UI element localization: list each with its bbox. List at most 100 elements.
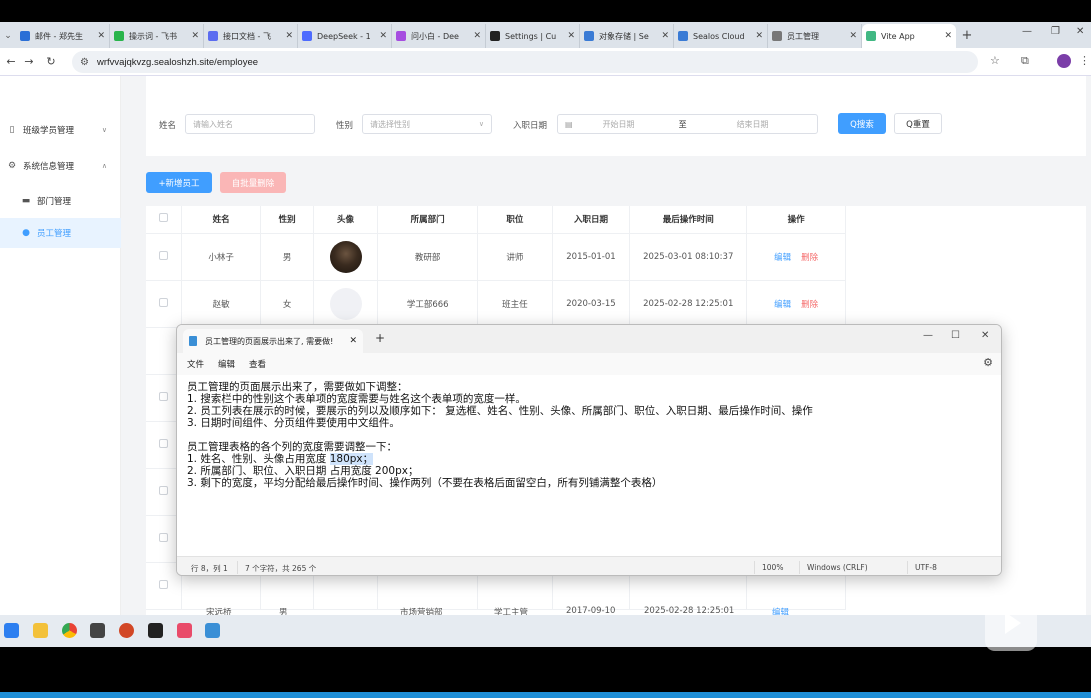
sublime-icon[interactable] — [90, 623, 105, 638]
gender-select[interactable]: 请选择性别 ∨ — [362, 114, 492, 134]
menu-view[interactable]: 查看 — [249, 358, 266, 370]
browser-tab[interactable]: Vite App ✕ — [862, 24, 956, 48]
notepad-window: 员工管理的页面展示出来了, 需要做! ✕ + — ☐ ✕ 文件 编辑 查看 ⚙ … — [176, 324, 1002, 576]
search-button[interactable]: Q搜索 — [838, 113, 886, 134]
row-checkbox[interactable] — [158, 532, 168, 542]
site-info-icon[interactable]: ⚙ — [80, 57, 89, 68]
close-tab-icon[interactable]: ✕ — [191, 31, 199, 41]
browser-tab[interactable]: 对象存储 | Se ✕ — [580, 24, 674, 48]
name-input[interactable]: 请输入姓名 — [185, 114, 315, 134]
notepad-text-area[interactable]: 员工管理的页面展示出来了，需要做如下调整： 1. 搜索栏中的性别这个表单项的宽度需… — [187, 381, 987, 489]
row-checkbox[interactable] — [158, 250, 168, 260]
chrome-icon[interactable] — [62, 623, 77, 638]
batch-delete-button[interactable]: 自批量删除 — [220, 172, 286, 193]
delete-link[interactable]: 删除 — [801, 300, 818, 310]
table-row: 小林子 男 教研部 讲师 2015-01-01 2025-03-01 08:10… — [146, 233, 846, 281]
media-app-icon[interactable] — [177, 623, 192, 638]
edit-link[interactable]: 编辑 — [774, 253, 791, 263]
bookmark-star-icon[interactable]: ☆ — [990, 54, 1000, 67]
row-checkbox[interactable] — [158, 579, 168, 589]
end-date-input[interactable]: 结束日期 — [737, 119, 769, 130]
sidebar-item-label: 系统信息管理 — [23, 162, 75, 172]
powerpoint-icon[interactable] — [119, 623, 134, 638]
browser-tab[interactable]: Settings | Cu ✕ — [486, 24, 580, 48]
menu-file[interactable]: 文件 — [187, 358, 204, 370]
close-icon[interactable]: ✕ — [981, 330, 989, 341]
url-text: wrfvvajqkvzg.sealoshzh.site/employee — [96, 56, 259, 68]
file-explorer-icon[interactable] — [33, 623, 48, 638]
add-employee-button[interactable]: +新增员工 — [146, 172, 212, 193]
row-checkbox[interactable] — [158, 438, 168, 448]
cell-gender: 男 — [260, 233, 314, 281]
close-tab-icon[interactable]: ✕ — [755, 31, 763, 41]
browser-tab[interactable]: 邮件 - 郑先生 ✕ — [16, 24, 110, 48]
maximize-icon[interactable]: ☐ — [951, 330, 960, 341]
line-ending[interactable]: Windows (CRLF) — [807, 563, 868, 572]
delete-link[interactable]: 删除 — [801, 253, 818, 263]
tab-favicon-icon — [772, 31, 782, 41]
cell-gender: 女 — [260, 280, 314, 328]
close-tab-icon[interactable]: ✕ — [473, 31, 481, 41]
book-icon: ▯ — [9, 125, 15, 135]
browser-tab[interactable]: 员工管理 ✕ — [768, 24, 862, 48]
browser-tab[interactable]: Sealos Cloud ✕ — [674, 24, 768, 48]
cursor-app-icon[interactable] — [148, 623, 163, 638]
minimize-icon[interactable]: — — [923, 330, 933, 341]
start-date-input[interactable]: 开始日期 — [603, 119, 635, 130]
menu-edit[interactable]: 编辑 — [218, 358, 235, 370]
date-range-picker[interactable]: ▤ 开始日期 至 结束日期 — [557, 114, 818, 134]
edit-link[interactable]: 编辑 — [774, 300, 791, 310]
reset-button[interactable]: Q重置 — [894, 113, 942, 134]
url-field[interactable]: ⚙ wrfvvajqkvzg.sealoshzh.site/employee — [72, 51, 978, 73]
zoom-level[interactable]: 100% — [762, 563, 783, 572]
maximize-icon[interactable]: ❐ — [1051, 26, 1060, 37]
new-tab-button[interactable]: + — [956, 24, 978, 48]
row-checkbox[interactable] — [158, 297, 168, 307]
close-tab-icon[interactable]: ✕ — [567, 31, 575, 41]
edit-link[interactable]: 编辑 — [772, 606, 789, 615]
extensions-icon[interactable]: ⧉ — [1021, 54, 1029, 68]
text-line: 员工管理表格的各个列的宽度需要调整一下： — [187, 441, 397, 453]
new-tab-button[interactable]: + — [375, 331, 385, 345]
browser-tab[interactable]: 接口文档 - 飞 ✕ — [204, 24, 298, 48]
close-tab-icon[interactable]: ✕ — [944, 31, 952, 41]
browser-tab[interactable]: DeepSeek - 1 ✕ — [298, 24, 392, 48]
browser-tab[interactable]: 操示词 - 飞书 ✕ — [110, 24, 204, 48]
close-window-icon[interactable]: ✕ — [1076, 26, 1084, 37]
close-tab-icon[interactable]: ✕ — [97, 31, 105, 41]
close-tab-icon[interactable]: ✕ — [285, 31, 293, 41]
close-tab-icon[interactable]: ✕ — [849, 31, 857, 41]
browser-window: ⌄ 邮件 - 郑先生 ✕ 操示词 - 飞书 ✕ 接口文档 - 飞 ✕ DeepSeek - … — [0, 22, 1091, 615]
sidebar-item-departments[interactable]: ▬ 部门管理 — [0, 186, 121, 216]
windows-start-icon[interactable] — [4, 623, 19, 638]
notepad-tab[interactable]: 员工管理的页面展示出来了, 需要做! ✕ — [183, 329, 363, 353]
close-tab-icon[interactable]: ✕ — [349, 336, 357, 346]
browser-tab[interactable]: 问小白 - Dee ✕ — [392, 24, 486, 48]
notepad-taskbar-icon[interactable] — [205, 623, 220, 638]
profile-avatar[interactable] — [1057, 54, 1071, 68]
reload-icon[interactable]: ↻ — [40, 55, 62, 68]
row-checkbox[interactable] — [158, 485, 168, 495]
char-count: 7 个字符，共 265 个 — [245, 564, 317, 573]
chevron-down-icon: ∨ — [101, 126, 107, 134]
menu-icon[interactable]: ⋮ — [1079, 54, 1090, 67]
play-icon[interactable] — [985, 595, 1037, 651]
tab-search-icon[interactable]: ⌄ — [0, 24, 16, 48]
close-tab-icon[interactable]: ✕ — [661, 31, 669, 41]
col-job: 职位 — [477, 206, 553, 234]
text-line — [187, 429, 987, 441]
tab-favicon-icon — [866, 31, 876, 41]
cell-entry-date: 2017-09-10 — [566, 606, 616, 615]
select-all-checkbox[interactable] — [158, 213, 168, 223]
sidebar-item-class-students[interactable]: ▯ 班级学员管理 ∨ — [0, 115, 121, 145]
row-checkbox[interactable] — [158, 391, 168, 401]
col-actions: 操作 — [746, 206, 846, 234]
sidebar-item-system-info[interactable]: ⚙ 系统信息管理 ∧ — [0, 151, 121, 181]
name-label: 姓名 — [159, 121, 177, 131]
encoding[interactable]: UTF-8 — [915, 563, 937, 572]
forward-icon[interactable]: → — [18, 55, 40, 68]
sidebar-item-employees[interactable]: ● 员工管理 — [0, 218, 121, 248]
settings-gear-icon[interactable]: ⚙ — [983, 356, 993, 369]
close-tab-icon[interactable]: ✕ — [379, 31, 387, 41]
minimize-icon[interactable]: — — [1022, 26, 1032, 37]
